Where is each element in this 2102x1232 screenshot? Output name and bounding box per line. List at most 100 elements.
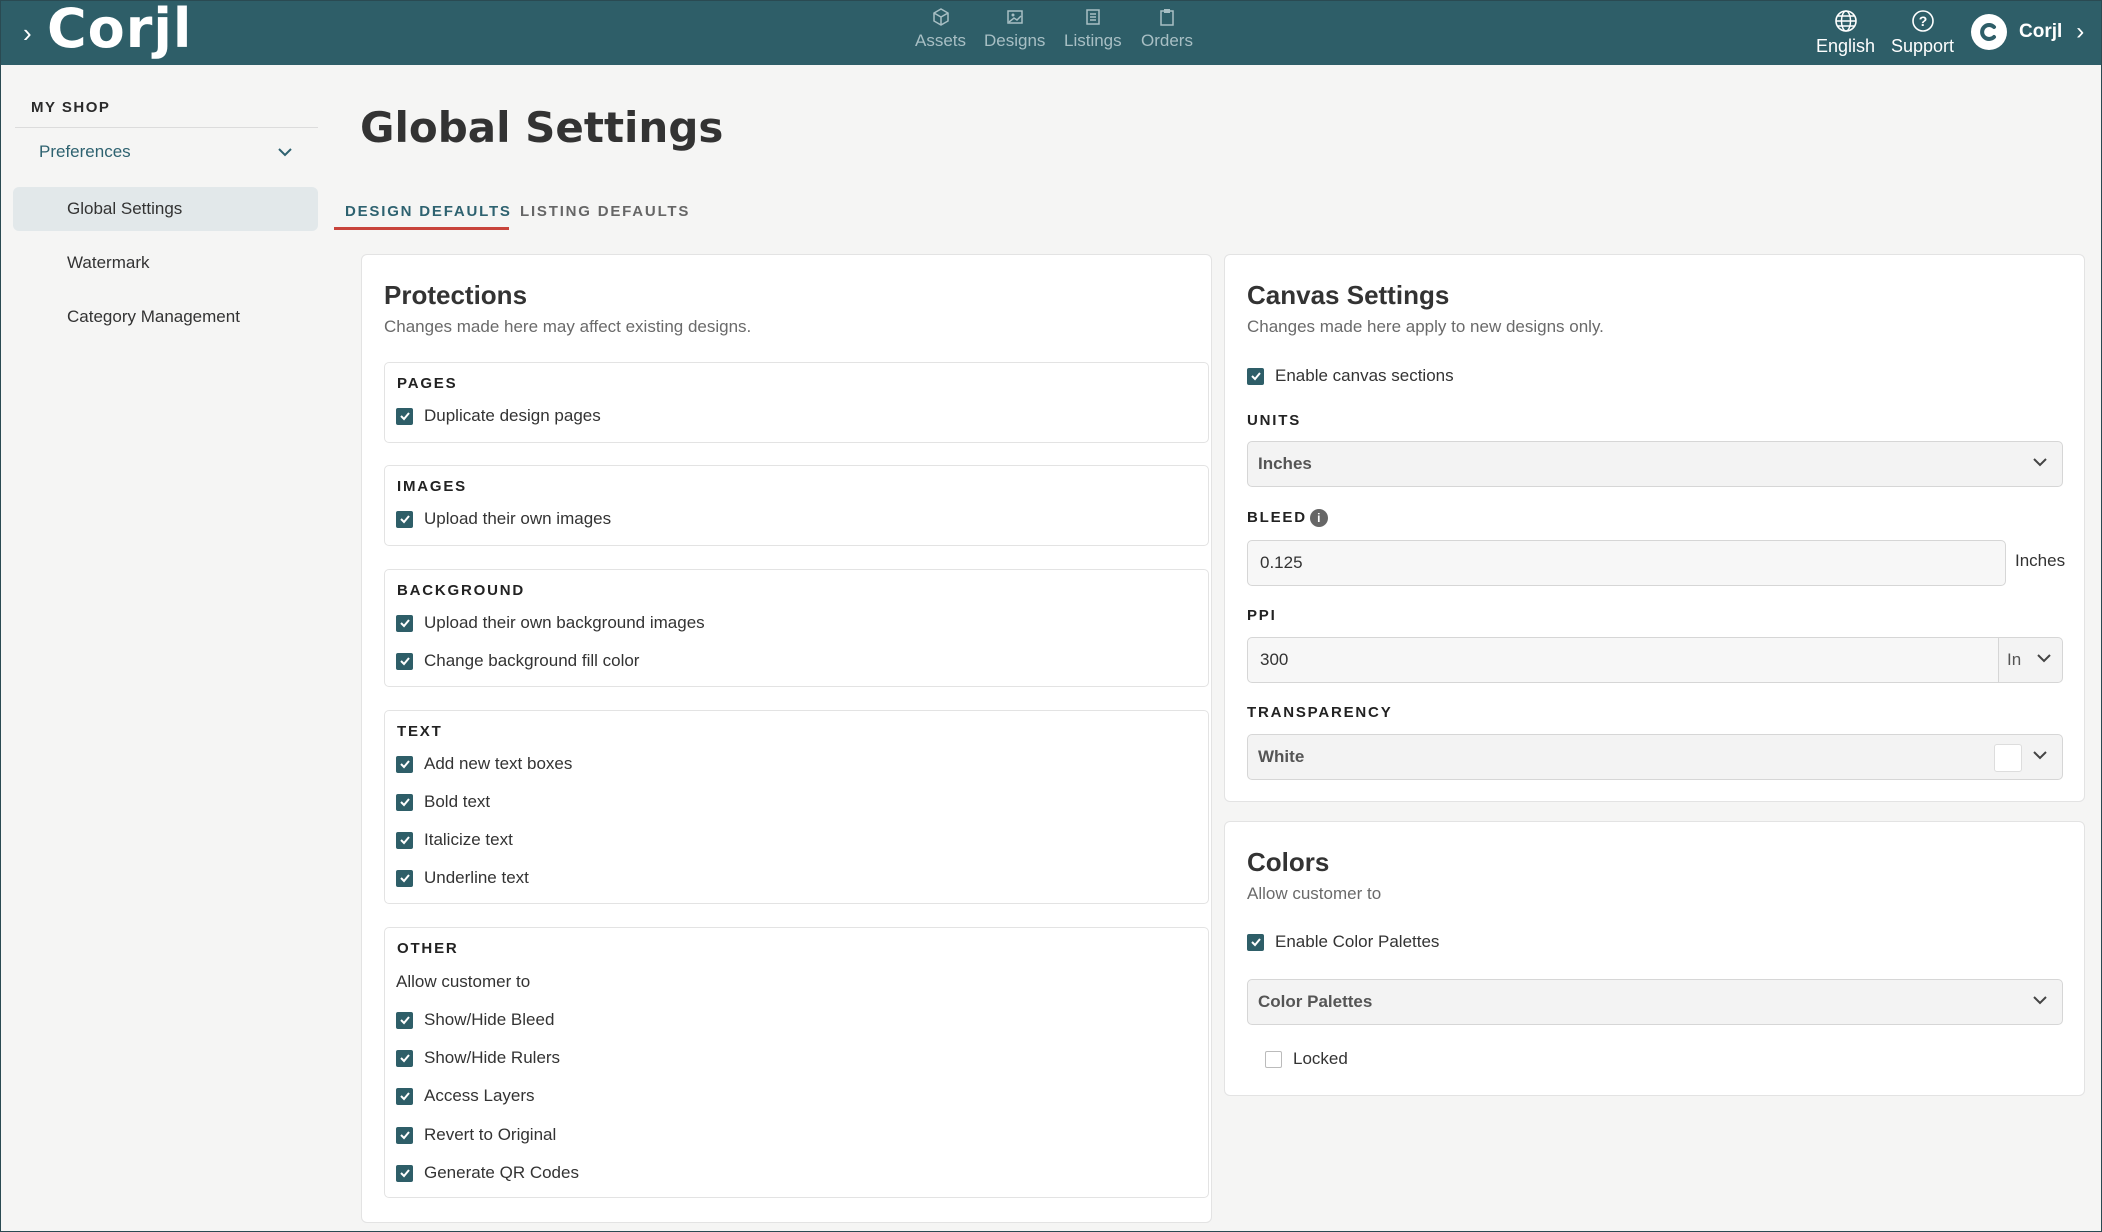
sidebar-item-category-management[interactable]: Category Management	[13, 295, 318, 339]
language-selector[interactable]: English	[1816, 1, 1875, 65]
checkbox-revert-original[interactable]: Revert to Original	[396, 1125, 556, 1145]
image-icon	[1006, 10, 1023, 24]
checkbox-checked-icon[interactable]	[396, 831, 413, 849]
select-value: In	[2007, 650, 2022, 669]
checkbox-label: Add new text boxes	[424, 754, 573, 773]
checkbox-label: Enable canvas sections	[1275, 366, 1454, 385]
checkbox-checked-icon[interactable]	[396, 755, 413, 773]
checkbox-checked-icon[interactable]	[396, 1087, 413, 1105]
checkbox-checked-icon[interactable]	[1247, 367, 1264, 385]
box-icon	[932, 8, 949, 26]
avatar	[1971, 14, 2007, 50]
checkbox-show-rulers[interactable]: Show/Hide Rulers	[396, 1048, 560, 1068]
nav-assets[interactable]: Assets	[915, 1, 966, 65]
checkbox-label: Show/Hide Rulers	[424, 1048, 561, 1067]
checkbox-checked-icon[interactable]	[396, 869, 413, 887]
units-select[interactable]: Inches	[1247, 441, 2063, 487]
tab-listing-defaults[interactable]: LISTING DEFAULTS	[520, 203, 690, 220]
nav-label: Assets	[915, 31, 967, 50]
sidebar-divider	[15, 127, 318, 128]
allow-customer-label: Allow customer to	[396, 972, 531, 991]
checkbox-enable-color-palettes[interactable]: Enable Color Palettes	[1247, 932, 1439, 952]
checkbox-checked-icon[interactable]	[396, 652, 413, 670]
nav-orders[interactable]: Orders	[1141, 1, 1193, 65]
checkbox-label: Change background fill color	[424, 651, 640, 670]
checkbox-checked-icon[interactable]	[396, 407, 413, 425]
sidebar-item-global-settings[interactable]: Global Settings	[13, 187, 318, 231]
checkbox-upload-background[interactable]: Upload their own background images	[396, 613, 705, 633]
checkbox-label: Underline text	[424, 868, 529, 887]
checkbox-label: Italicize text	[424, 830, 513, 849]
checkbox-access-layers[interactable]: Access Layers	[396, 1086, 535, 1106]
bleed-label: BLEED i	[1247, 509, 1328, 528]
support-link[interactable]: ? Support	[1891, 1, 1954, 65]
colors-title: Colors	[1247, 847, 1330, 877]
support-label: Support	[1891, 36, 1955, 56]
checkbox-unchecked-icon[interactable]	[1265, 1050, 1282, 1068]
checkbox-checked-icon[interactable]	[396, 1049, 413, 1067]
select-value: Inches	[1258, 454, 1312, 473]
ppi-input[interactable]: 300	[1247, 637, 1999, 683]
checkbox-generate-qr[interactable]: Generate QR Codes	[396, 1163, 579, 1183]
top-bar: › Corjl Assets Designs Listings Orders E…	[1, 0, 2101, 65]
corjl-logo[interactable]: Corjl	[47, 0, 192, 61]
info-icon[interactable]: i	[1309, 509, 1328, 528]
group-title: TEXT	[397, 723, 443, 740]
checkbox-checked-icon[interactable]	[396, 614, 413, 632]
checkbox-enable-canvas-sections[interactable]: Enable canvas sections	[1247, 366, 1454, 386]
account-menu[interactable]: Corjl ›	[1971, 14, 2084, 50]
images-group: IMAGES Upload their own images	[384, 465, 1209, 546]
checkbox-upload-images[interactable]: Upload their own images	[396, 509, 611, 529]
sidebar-item-watermark[interactable]: Watermark	[13, 241, 318, 285]
nav-designs[interactable]: Designs	[984, 1, 1045, 65]
protections-title: Protections	[384, 280, 528, 310]
checkbox-background-fill[interactable]: Change background fill color	[396, 651, 639, 671]
expand-menu-icon[interactable]: ›	[23, 17, 32, 49]
checkbox-checked-icon[interactable]	[396, 1011, 413, 1029]
page-title: Global Settings	[360, 103, 724, 152]
checkbox-checked-icon[interactable]	[396, 510, 413, 528]
checkbox-duplicate-pages[interactable]: Duplicate design pages	[396, 406, 601, 426]
checkbox-checked-icon[interactable]	[396, 793, 413, 811]
checkbox-bold-text[interactable]: Bold text	[396, 792, 490, 812]
checkbox-label: Upload their own background images	[424, 613, 705, 632]
background-group: BACKGROUND Upload their own background i…	[384, 569, 1209, 687]
checkbox-label: Show/Hide Bleed	[424, 1010, 555, 1029]
tab-design-defaults[interactable]: DESIGN DEFAULTS	[345, 203, 512, 220]
checkbox-label: Upload their own images	[424, 509, 612, 528]
other-group: OTHER Allow customer to Show/Hide Bleed …	[384, 927, 1209, 1198]
group-title: BACKGROUND	[397, 582, 525, 599]
checkbox-show-bleed[interactable]: Show/Hide Bleed	[396, 1010, 554, 1030]
canvas-title: Canvas Settings	[1247, 280, 1450, 310]
checkbox-label: Generate QR Codes	[424, 1163, 579, 1182]
language-label: English	[1816, 36, 1876, 56]
checkbox-checked-icon[interactable]	[1247, 933, 1264, 951]
account-name: Corjl	[2019, 21, 2063, 42]
ppi-unit-select[interactable]: In	[1998, 637, 2063, 683]
list-icon	[1086, 9, 1100, 25]
globe-icon	[1834, 10, 1857, 32]
checkbox-checked-icon[interactable]	[396, 1164, 413, 1182]
nav-listings[interactable]: Listings	[1064, 1, 1122, 65]
checkbox-underline-text[interactable]: Underline text	[396, 868, 529, 888]
transparency-select[interactable]: White	[1247, 734, 2063, 780]
chevron-down-icon	[2033, 751, 2047, 760]
checkbox-label: Duplicate design pages	[424, 406, 601, 425]
pages-group: PAGES Duplicate design pages	[384, 362, 1209, 443]
color-palettes-select[interactable]: Color Palettes	[1247, 979, 2063, 1025]
checkbox-label: Enable Color Palettes	[1275, 932, 1440, 951]
chevron-down-icon[interactable]	[277, 147, 293, 157]
sidebar-heading: MY SHOP	[31, 99, 111, 116]
colors-card: Colors Allow customer to Enable Color Pa…	[1224, 821, 2085, 1096]
color-swatch	[1994, 744, 2022, 772]
nav-label: Designs	[984, 31, 1046, 50]
bleed-input[interactable]: 0.125	[1247, 540, 2006, 586]
select-value: Color Palettes	[1258, 992, 1373, 1011]
bleed-unit: Inches	[2015, 551, 2066, 570]
group-title: OTHER	[397, 940, 459, 957]
checkbox-italic-text[interactable]: Italicize text	[396, 830, 513, 850]
checkbox-locked[interactable]: Locked	[1265, 1049, 1348, 1069]
checkbox-add-text[interactable]: Add new text boxes	[396, 754, 572, 774]
sidebar-group-preferences[interactable]: Preferences	[39, 142, 131, 162]
checkbox-checked-icon[interactable]	[396, 1126, 413, 1144]
